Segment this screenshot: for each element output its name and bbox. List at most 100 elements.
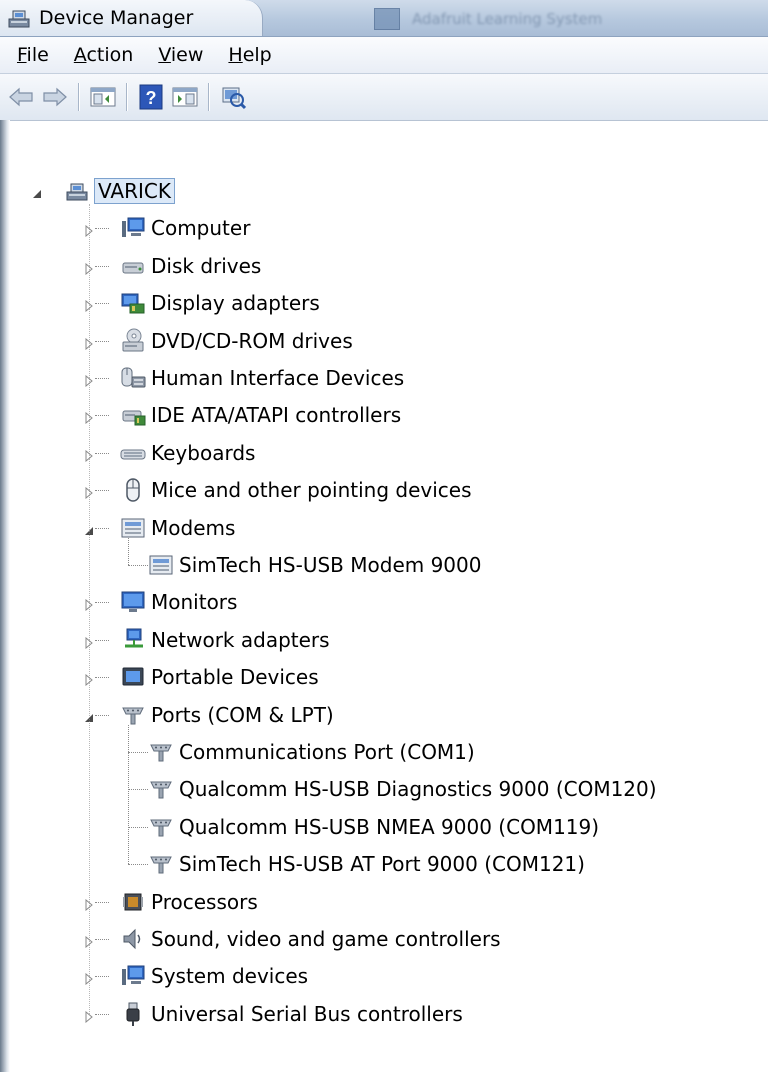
port-icon <box>150 819 172 837</box>
forward-icon <box>43 87 67 107</box>
tree-category-modems[interactable]: Modems <box>120 510 235 546</box>
disk-drive-icon <box>122 262 144 274</box>
tree-category-sound-video-and-game-controllers[interactable]: Sound, video and game controllers <box>120 921 501 957</box>
network-adapter-icon <box>125 628 143 648</box>
tree-root-label: VARICK <box>94 178 175 204</box>
tree-device-item[interactable]: Communications Port (COM1) <box>148 734 475 770</box>
port-icon <box>150 744 172 762</box>
tree-connector <box>95 602 109 604</box>
tree-connector <box>128 752 148 753</box>
toolbar: ? <box>0 74 768 121</box>
window-tab[interactable]: Device Manager <box>0 0 263 36</box>
tree-connector <box>89 204 90 1014</box>
tree-category-universal-serial-bus-controllers[interactable]: Universal Serial Bus controllers <box>120 996 463 1032</box>
tree-connector <box>95 228 109 230</box>
tree-connector <box>95 527 109 529</box>
category-label: Monitors <box>151 590 238 615</box>
tree-category-monitors[interactable]: Monitors <box>120 584 237 620</box>
tree-device-item[interactable]: SimTech HS-USB Modem 9000 <box>148 547 481 583</box>
keyboard-icon <box>120 449 146 460</box>
back-button[interactable] <box>4 80 38 114</box>
processor-icon <box>123 893 143 911</box>
dvd-drive-icon <box>122 328 144 352</box>
category-label: Network adapters <box>151 627 330 652</box>
tree-connector <box>128 724 129 865</box>
tree-device-item[interactable]: Qualcomm HS-USB NMEA 9000 (COM119) <box>148 809 599 845</box>
tree-category-processors[interactable]: Processors <box>120 884 258 920</box>
root-computer-icon <box>66 183 88 201</box>
tree-category-disk-drives[interactable]: Disk drives <box>120 248 261 284</box>
tree-category-display-adapters[interactable]: Display adapters <box>120 285 320 321</box>
category-label: Sound, video and game controllers <box>151 927 501 951</box>
category-label: System devices <box>151 964 309 989</box>
scan-hardware-icon <box>222 87 246 110</box>
svg-text:?: ? <box>146 88 157 108</box>
mouse-icon <box>126 478 140 502</box>
title-bar: Device Manager Adafruit Learning System <box>0 0 768 37</box>
tree-category-system-devices[interactable]: System devices <box>120 958 308 994</box>
tree-category-dvd-cd-rom-drives[interactable]: DVD/CD-ROM drives <box>120 323 353 359</box>
category-label: Display adapters <box>151 291 320 316</box>
tree-connector <box>95 265 109 267</box>
tree-connector <box>95 378 109 379</box>
category-label: Modems <box>151 515 236 540</box>
forward-button[interactable] <box>38 80 72 114</box>
show-hide-console-tree-button[interactable] <box>86 80 120 114</box>
menu-view[interactable]: View <box>150 44 211 66</box>
menu-bar: File Action View Help <box>0 37 768 74</box>
tree-connector <box>128 864 148 866</box>
category-label: Ports (COM & LPT) <box>151 702 334 727</box>
sound-icon <box>123 928 141 950</box>
show-hide-action-pane-button[interactable] <box>168 80 202 114</box>
device-label: SimTech HS-USB Modem 9000 <box>179 553 482 577</box>
tree-category-network-adapters[interactable]: Network adapters <box>120 622 330 658</box>
monitor-icon <box>121 591 145 613</box>
menu-help[interactable]: Help <box>220 44 279 66</box>
tree-category-portable-devices[interactable]: Portable Devices <box>120 659 319 695</box>
tree-category-ports-com-lpt[interactable]: Ports (COM & LPT) <box>120 697 334 733</box>
category-label: Universal Serial Bus controllers <box>151 1001 463 1026</box>
background-window-title: Adafruit Learning System <box>412 10 603 28</box>
help-button[interactable]: ? <box>134 80 168 114</box>
toolbar-separator <box>126 83 128 111</box>
menu-file[interactable]: File <box>9 44 57 66</box>
tree-connector <box>128 565 148 566</box>
device-manager-icon <box>8 10 30 28</box>
menu-action[interactable]: Action <box>66 44 142 66</box>
tree-connector <box>95 677 109 679</box>
tree-connector <box>95 976 109 978</box>
tree-category-mice-and-other-pointing-devices[interactable]: Mice and other pointing devices <box>120 472 472 508</box>
show-hide-console-tree-icon <box>90 87 116 107</box>
window-icon <box>374 8 400 30</box>
tree-device-item[interactable]: Qualcomm HS-USB Diagnostics 9000 (COM120… <box>148 771 657 807</box>
scan-hardware-button[interactable] <box>216 80 250 114</box>
category-label: Computer <box>151 216 251 241</box>
tree-connector <box>95 714 109 716</box>
tree-device-item[interactable]: SimTech HS-USB AT Port 9000 (COM121) <box>148 846 585 882</box>
category-label: Processors <box>151 889 258 914</box>
device-label: SimTech HS-USB AT Port 9000 (COM121) <box>179 852 585 877</box>
tree-connector <box>95 415 109 417</box>
category-label: Keyboards <box>151 440 256 465</box>
toolbar-separator <box>208 83 210 111</box>
tree-connector <box>95 340 109 342</box>
modem-icon <box>121 518 145 538</box>
tree-root[interactable]: VARICK <box>64 173 175 209</box>
window-title: Device Manager <box>39 7 194 29</box>
category-label: Portable Devices <box>151 665 319 690</box>
expand-root-toggle[interactable] <box>31 185 43 198</box>
tree-category-human-interface-devices[interactable]: Human Interface Devices <box>120 360 404 396</box>
tree-connector <box>95 901 109 903</box>
computer-icon <box>122 217 145 238</box>
help-icon: ? <box>139 84 163 110</box>
tree-connector <box>95 639 109 641</box>
tree-category-ide-ata-atapi-controllers[interactable]: IDE ATA/ATAPI controllers <box>120 397 401 433</box>
modem-icon <box>149 555 173 575</box>
background-window-tab[interactable]: Adafruit Learning System <box>360 6 768 32</box>
tree-category-keyboards[interactable]: Keyboards <box>120 435 255 471</box>
window-edge <box>0 120 10 1072</box>
hid-icon <box>121 367 146 388</box>
tree-category-computer[interactable]: Computer <box>120 210 250 246</box>
port-icon <box>150 781 172 799</box>
tree-connector <box>128 537 129 565</box>
